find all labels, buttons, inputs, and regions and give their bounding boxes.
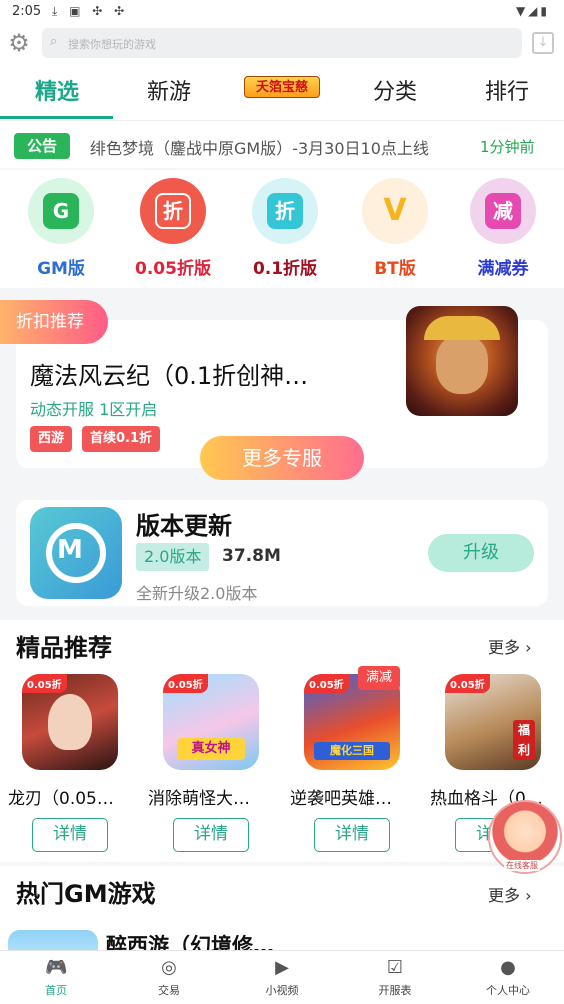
category-label-01[interactable]: 0.1折版 (230, 254, 340, 279)
game-discount-tag: 0.05折 (163, 674, 208, 693)
monkey-king-game-image[interactable] (406, 306, 518, 416)
version-badge: 2.0版本 (136, 543, 210, 571)
v-glyph: V (383, 193, 407, 228)
chevron-right-icon: › (525, 638, 532, 657)
nav-profile-label: 个人中心 (486, 984, 530, 997)
clipboard-icon: ☑ (386, 957, 404, 978)
discount-game-subtitle: 动态开服 1区开启 (30, 400, 158, 419)
nav-home[interactable]: 🎮 首页 (0, 951, 112, 1004)
game-thumb-rexue[interactable]: 0.05折 福利 (445, 674, 541, 770)
trade-icon: ◎ (161, 957, 177, 978)
status-time: 2:05 (12, 4, 42, 19)
recommend-more-label: 更多 (488, 638, 521, 657)
game-discount-tag: 0.05折 (22, 674, 67, 693)
tab-new-games[interactable]: 新游 (114, 74, 224, 105)
recommend-more-link[interactable]: 更多 › (488, 634, 532, 658)
gm-glyph: G (43, 193, 79, 229)
nav-server-list-label: 开服表 (378, 984, 412, 997)
discount-game-title[interactable]: 魔法风云纪（0.1折创神… (30, 356, 308, 391)
category-label-gm[interactable]: GM版 (6, 254, 116, 279)
search-placeholder: 搜索你想玩的游戏 (68, 38, 156, 51)
status-bar: 2:05 ⤓ ▣ ✣ ✣ ▼◢▮ (0, 0, 564, 24)
chevron-right-icon: › (525, 886, 532, 905)
download-manager-icon[interactable]: ↓ (532, 32, 554, 54)
welfare-badge: 福利 (513, 720, 535, 760)
more-servers-button[interactable]: 更多专服 (200, 436, 364, 480)
coupon-icon[interactable]: 减 (470, 178, 536, 244)
hot-gm-more-label: 更多 (488, 886, 521, 905)
coupon-glyph: 减 (485, 193, 521, 229)
discount-005-tag-icon[interactable]: 折 (140, 178, 206, 244)
tab-categories[interactable]: 分类 (340, 74, 450, 105)
game-name[interactable]: 龙刃（0.05… (8, 784, 136, 809)
nav-server-list[interactable]: ☑ 开服表 (339, 951, 451, 1004)
full-reduction-badge: 满减 (358, 666, 400, 690)
search-input[interactable]: ⌕ 搜索你想玩的游戏 (42, 28, 522, 58)
search-icon: ⌕ (50, 34, 58, 49)
nav-home-label: 首页 (45, 984, 67, 997)
notice-time: 1分钟前 (480, 138, 535, 156)
notice-text[interactable]: 绯色梦境（鏖战中原GM版）-3月30日10点上线 (90, 135, 429, 159)
bottom-nav: 🎮 首页 ◎ 交易 ▶ 小视频 ☑ 开服表 ● 个人中心 (0, 950, 564, 1004)
detail-button[interactable]: 详情 (314, 818, 390, 852)
game-discount-tag: 0.05折 (445, 674, 490, 693)
discount-01-shield-icon[interactable]: 折 (252, 178, 318, 244)
nav-profile[interactable]: ● 个人中心 (452, 951, 564, 1004)
detail-button[interactable]: 详情 (32, 818, 108, 852)
gm-version-icon[interactable]: G (28, 178, 94, 244)
nav-video[interactable]: ▶ 小视频 (226, 951, 338, 1004)
detail-button[interactable]: 详情 (173, 818, 249, 852)
face-shape (436, 336, 488, 394)
bt-version-icon[interactable]: V (362, 178, 428, 244)
hot-gm-title: 热门GM游戏 (16, 880, 156, 908)
tab-featured[interactable]: 精选 (2, 74, 112, 105)
tag-glyph: 折 (155, 193, 191, 229)
upgrade-button[interactable]: 升级 (428, 534, 534, 572)
genre-pill: 西游 (30, 426, 73, 452)
game-thumb-xiaochu[interactable]: 0.05折 真女神 (163, 674, 259, 770)
active-tab-indicator (0, 116, 113, 119)
version-size: 37.8M (222, 546, 281, 566)
user-icon: ● (500, 957, 516, 978)
tab-treasure[interactable]: 夭箔宝慈 (244, 76, 320, 98)
game-name[interactable]: 逆袭吧英雄… (290, 784, 418, 809)
discount-tag: 折扣推荐 (0, 300, 108, 344)
hot-gm-more-link[interactable]: 更多 › (488, 882, 532, 906)
category-label-005[interactable]: 0.05折版 (118, 254, 228, 279)
shield-glyph: 折 (267, 193, 303, 229)
version-description: 全新升级2.0版本 (136, 584, 258, 603)
game-name[interactable]: 消除萌怪大… (148, 784, 276, 809)
offer-pill: 首续0.1折 (82, 426, 161, 452)
logo-letter: M (57, 535, 83, 565)
customer-service-label: 在线客服 (504, 860, 540, 871)
game-logo-text: 真女神 (177, 738, 245, 760)
nav-trade-label: 交易 (158, 984, 180, 997)
game-logo-text: 魔化三国 (314, 742, 390, 760)
app-logo-icon: M (30, 507, 122, 599)
crown-shape (424, 316, 500, 340)
category-label-bt[interactable]: BT版 (340, 254, 450, 279)
video-icon: ▶ (275, 957, 289, 978)
gamepad-icon: 🎮 (45, 957, 68, 978)
status-notification-icons: ⤓ ▣ ✣ ✣ (52, 4, 129, 18)
character-face (48, 694, 92, 750)
nav-video-label: 小视频 (265, 984, 299, 997)
notice-bar[interactable]: 公告 绯色梦境（鏖战中原GM版）-3月30日10点上线 1分钟前 (0, 120, 564, 168)
game-discount-tag: 0.05折 (304, 674, 349, 693)
status-signal-wifi-battery-icons: ▼◢▮ (515, 4, 550, 18)
recommend-title: 精品推荐 (16, 634, 112, 662)
tab-ranking[interactable]: 排行 (452, 74, 562, 105)
category-label-coupon[interactable]: 满减券 (448, 254, 558, 279)
customer-service-avatar[interactable]: 在线客服 (488, 800, 562, 874)
settings-gear-icon[interactable]: ⚙ (6, 30, 32, 56)
notice-badge: 公告 (14, 133, 70, 159)
nav-trade[interactable]: ◎ 交易 (113, 951, 225, 1004)
game-thumb-longren[interactable]: 0.05折 (22, 674, 118, 770)
version-title: 版本更新 (136, 512, 232, 540)
